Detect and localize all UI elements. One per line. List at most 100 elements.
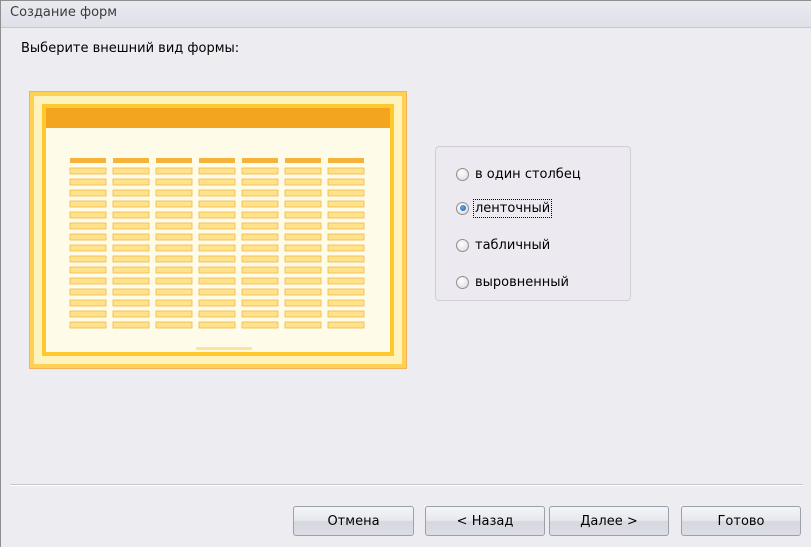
option-datasheet-label: табличный — [475, 237, 551, 253]
preview-field-box — [69, 255, 107, 263]
preview-field-box — [198, 222, 236, 230]
preview-field-box — [112, 266, 150, 274]
preview-field-box — [112, 222, 150, 230]
preview-frame — [42, 104, 394, 356]
preview-field-box — [155, 200, 193, 208]
preview-field-box — [198, 266, 236, 274]
option-datasheet[interactable]: табличный — [456, 236, 550, 254]
preview-field-box — [69, 244, 107, 252]
preview-field-box — [327, 200, 365, 208]
window-title: Создание форм — [10, 5, 118, 20]
preview-field-box — [112, 277, 150, 285]
option-columnar[interactable]: в один столбец — [456, 165, 581, 183]
preview-field-box — [198, 255, 236, 263]
preview-field-box — [284, 200, 322, 208]
preview-field-box — [241, 321, 279, 329]
preview-field-box — [241, 277, 279, 285]
cancel-button[interactable]: Отмена — [293, 506, 414, 536]
preview-column-label — [113, 158, 149, 163]
preview-field-box — [155, 167, 193, 175]
preview-field-box — [198, 189, 236, 197]
preview-field-box — [112, 211, 150, 219]
preview-field-box — [241, 288, 279, 296]
finish-button[interactable]: Готово — [681, 506, 801, 536]
preview-field-box — [155, 288, 193, 296]
preview-field-box — [241, 244, 279, 252]
preview-field-box — [241, 211, 279, 219]
radio-datasheet[interactable] — [456, 238, 469, 252]
preview-field-box — [112, 299, 150, 307]
preview-field-box — [327, 233, 365, 241]
preview-field-box — [198, 233, 236, 241]
option-columnar-label: в один столбец — [475, 166, 581, 182]
preview-field-box — [69, 211, 107, 219]
preview-decor-stripe — [196, 347, 252, 350]
preview-field-box — [155, 178, 193, 186]
preview-field-box — [284, 211, 322, 219]
preview-field-box — [241, 299, 279, 307]
form-wizard-window: Создание форм Выберите внешний вид формы… — [0, 0, 811, 547]
preview-field-box — [69, 266, 107, 274]
preview-column-label — [70, 158, 106, 163]
preview-field-box — [69, 288, 107, 296]
preview-field-box — [69, 167, 107, 175]
preview-field-box — [327, 288, 365, 296]
preview-field-box — [112, 244, 150, 252]
radio-columnar[interactable] — [456, 167, 469, 181]
preview-field-box — [241, 233, 279, 241]
option-justified[interactable]: выровненный — [456, 273, 569, 291]
button-separator — [10, 484, 803, 486]
preview-field-box — [69, 299, 107, 307]
preview-column-label — [285, 158, 321, 163]
preview-field-box — [198, 178, 236, 186]
preview-field-box — [241, 255, 279, 263]
preview-field-box — [155, 233, 193, 241]
preview-field-box — [155, 211, 193, 219]
preview-field-box — [155, 299, 193, 307]
preview-field-box — [198, 299, 236, 307]
layout-preview — [29, 91, 407, 369]
preview-field-box — [284, 288, 322, 296]
layout-options-group: в один столбец ленточный табличный выров… — [435, 146, 631, 301]
preview-field-box — [69, 233, 107, 241]
preview-field-box — [198, 288, 236, 296]
preview-field-box — [69, 222, 107, 230]
layout-prompt: Выберите внешний вид формы: — [21, 41, 240, 56]
preview-field-box — [327, 167, 365, 175]
preview-column-label — [156, 158, 192, 163]
preview-field-box — [112, 200, 150, 208]
preview-field-grid — [69, 158, 365, 329]
preview-field-box — [155, 189, 193, 197]
preview-field-box — [241, 189, 279, 197]
preview-field-box — [112, 189, 150, 197]
preview-field-box — [241, 266, 279, 274]
preview-field-box — [155, 310, 193, 318]
preview-field-box — [155, 277, 193, 285]
next-button[interactable]: Далее > — [549, 506, 669, 536]
preview-field-box — [327, 266, 365, 274]
preview-field-box — [241, 178, 279, 186]
back-button[interactable]: < Назад — [425, 506, 545, 536]
radio-tabular[interactable] — [456, 201, 469, 215]
preview-field-box — [112, 178, 150, 186]
option-tabular[interactable]: ленточный — [456, 198, 553, 218]
option-justified-label: выровненный — [475, 274, 570, 290]
preview-field-box — [327, 299, 365, 307]
preview-field-box — [284, 189, 322, 197]
preview-column-label — [242, 158, 278, 163]
preview-field-box — [327, 211, 365, 219]
preview-field-box — [284, 167, 322, 175]
preview-field-box — [155, 244, 193, 252]
preview-field-box — [241, 200, 279, 208]
preview-field-box — [198, 200, 236, 208]
preview-field-box — [112, 321, 150, 329]
radio-justified[interactable] — [456, 275, 469, 289]
preview-field-box — [327, 310, 365, 318]
preview-field-box — [327, 244, 365, 252]
preview-field-box — [112, 167, 150, 175]
preview-field-box — [241, 222, 279, 230]
preview-field-box — [284, 310, 322, 318]
preview-field-box — [284, 299, 322, 307]
preview-field-box — [112, 310, 150, 318]
preview-field-box — [241, 310, 279, 318]
